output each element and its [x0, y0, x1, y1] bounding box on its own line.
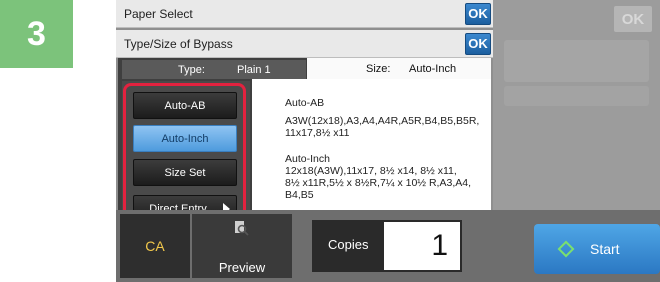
size-value: Auto-Inch	[409, 62, 457, 75]
type-size-title: Type/Size of Bypass	[124, 36, 233, 51]
start-label: Start	[590, 241, 620, 257]
size-set-button[interactable]: Size Set	[133, 159, 237, 186]
bypass-settings-panel: Type: Plain 1 Size: Auto-Inch Auto-AB Au…	[118, 58, 491, 232]
auto-ab-button[interactable]: Auto-AB	[133, 92, 237, 119]
auto-inch-title: Auto-Inch	[285, 153, 330, 165]
copies-label: Copies	[328, 237, 369, 252]
start-diamond-icon	[557, 240, 575, 258]
copies-control: Copies 1	[312, 220, 462, 272]
type-value: Plain 1	[237, 63, 271, 76]
auto-inch-sizes-line2: 8½ x11R,5½ x 8½R,7¼ x 10½ R,A3,A4,	[285, 177, 471, 189]
auto-ab-sizes-line2: 11x17,8½ x11	[285, 127, 350, 139]
type-size-ok-button[interactable]: OK	[465, 32, 491, 55]
auto-inch-button[interactable]: Auto-Inch	[133, 125, 237, 152]
paper-select-title: Paper Select	[124, 6, 193, 21]
step-badge: 3	[0, 0, 73, 68]
copier-screen: OK Paper Select OK Type/Size of Bypass O…	[116, 0, 660, 282]
tab-type[interactable]: Type: Plain 1	[122, 60, 306, 79]
background-ok-button: OK	[614, 6, 652, 32]
auto-ab-title: Auto-AB	[285, 97, 325, 109]
type-label: Type:	[178, 63, 205, 76]
copies-count-field[interactable]: 1	[384, 222, 460, 270]
auto-ab-sizes-line1: A3W(12x18),A3,A4,A4R,A5R,B4,B5,B5R,	[285, 115, 480, 127]
background-item	[504, 40, 649, 82]
auto-inch-sizes-line3: B4,B5	[285, 189, 314, 201]
tab-size[interactable]: Size: Auto-Inch	[307, 58, 491, 79]
ca-button[interactable]: CA	[120, 214, 190, 278]
preview-button[interactable]: Preview	[192, 214, 292, 278]
bottom-bar: CA Preview Copies 1 Start	[116, 210, 660, 282]
type-size-bar: Type/Size of Bypass OK	[116, 30, 493, 58]
paper-select-ok-button[interactable]: OK	[465, 2, 491, 25]
step-number: 3	[27, 14, 46, 53]
background-item	[504, 86, 649, 106]
auto-inch-sizes-line1: 12x18(A3W),11x17, 8½ x14, 8½ x11,	[285, 165, 457, 177]
paper-select-bar: Paper Select OK	[116, 0, 493, 28]
start-button[interactable]: Start	[534, 224, 660, 274]
size-label: Size:	[366, 62, 391, 75]
preview-magnifier-icon	[235, 221, 249, 236]
preview-label: Preview	[218, 260, 266, 275]
